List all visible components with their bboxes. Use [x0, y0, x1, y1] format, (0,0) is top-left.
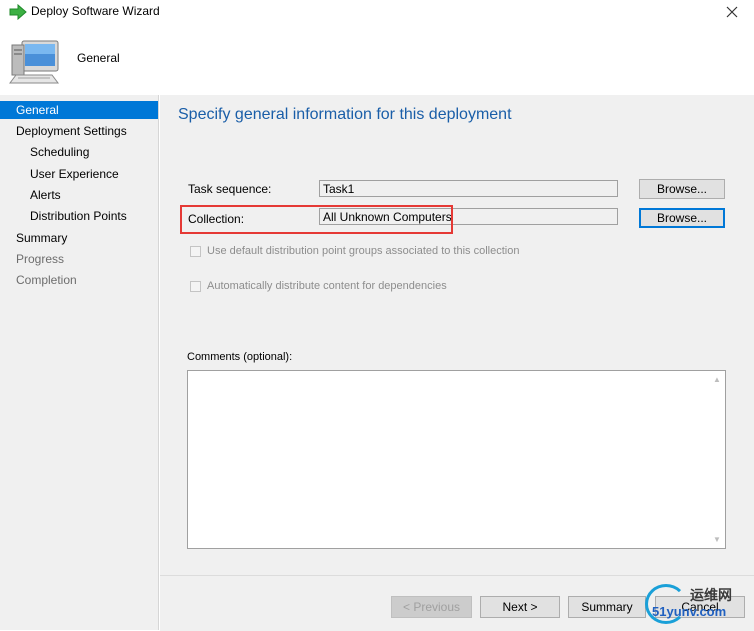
task-sequence-label: Task sequence: — [188, 182, 272, 196]
comments-scrollbar[interactable]: ▲ ▼ — [709, 371, 725, 548]
comments-label: Comments (optional): — [187, 351, 293, 363]
close-button[interactable] — [714, 2, 750, 24]
watermark-line2: 51yunv.com — [652, 604, 727, 619]
scroll-down-icon[interactable]: ▼ — [712, 535, 722, 545]
scroll-up-icon[interactable]: ▲ — [712, 375, 722, 385]
task-sequence-browse-button[interactable]: Browse... — [639, 179, 725, 199]
nav-item-progress: Progress — [16, 252, 65, 266]
wizard-nav: General Deployment Settings Scheduling U… — [0, 95, 159, 630]
computer-icon — [8, 35, 64, 87]
previous-button: < Previous — [391, 596, 472, 618]
close-icon — [726, 6, 738, 21]
default-dp-groups-checkbox[interactable] — [190, 246, 201, 257]
nav-item-general[interactable]: General — [0, 101, 158, 119]
page-heading: Specify general information for this dep… — [178, 106, 512, 123]
task-sequence-field: Task1 — [319, 180, 618, 197]
title-bar: Deploy Software Wizard — [0, 0, 754, 28]
auto-distribute-label: Automatically distribute content for dep… — [207, 280, 447, 292]
page-title: General — [77, 51, 120, 65]
collection-highlight-box — [180, 205, 453, 234]
next-button[interactable]: Next > — [480, 596, 560, 618]
window-title: Deploy Software Wizard — [31, 4, 160, 18]
nav-item-summary[interactable]: Summary — [0, 229, 174, 247]
arrow-right-icon — [9, 3, 27, 21]
wizard-header: General — [0, 28, 754, 94]
watermark-line1: 运维网 — [690, 587, 732, 603]
nav-item-deployment-settings[interactable]: Deployment Settings — [0, 122, 174, 140]
comments-textarea[interactable]: ▲ ▼ — [187, 370, 726, 549]
default-dp-groups-label: Use default distribution point groups as… — [207, 245, 520, 257]
collection-browse-button[interactable]: Browse... — [639, 208, 725, 228]
nav-item-completion: Completion — [16, 273, 77, 287]
auto-distribute-checkbox[interactable] — [190, 281, 201, 292]
summary-button[interactable]: Summary — [568, 596, 646, 618]
